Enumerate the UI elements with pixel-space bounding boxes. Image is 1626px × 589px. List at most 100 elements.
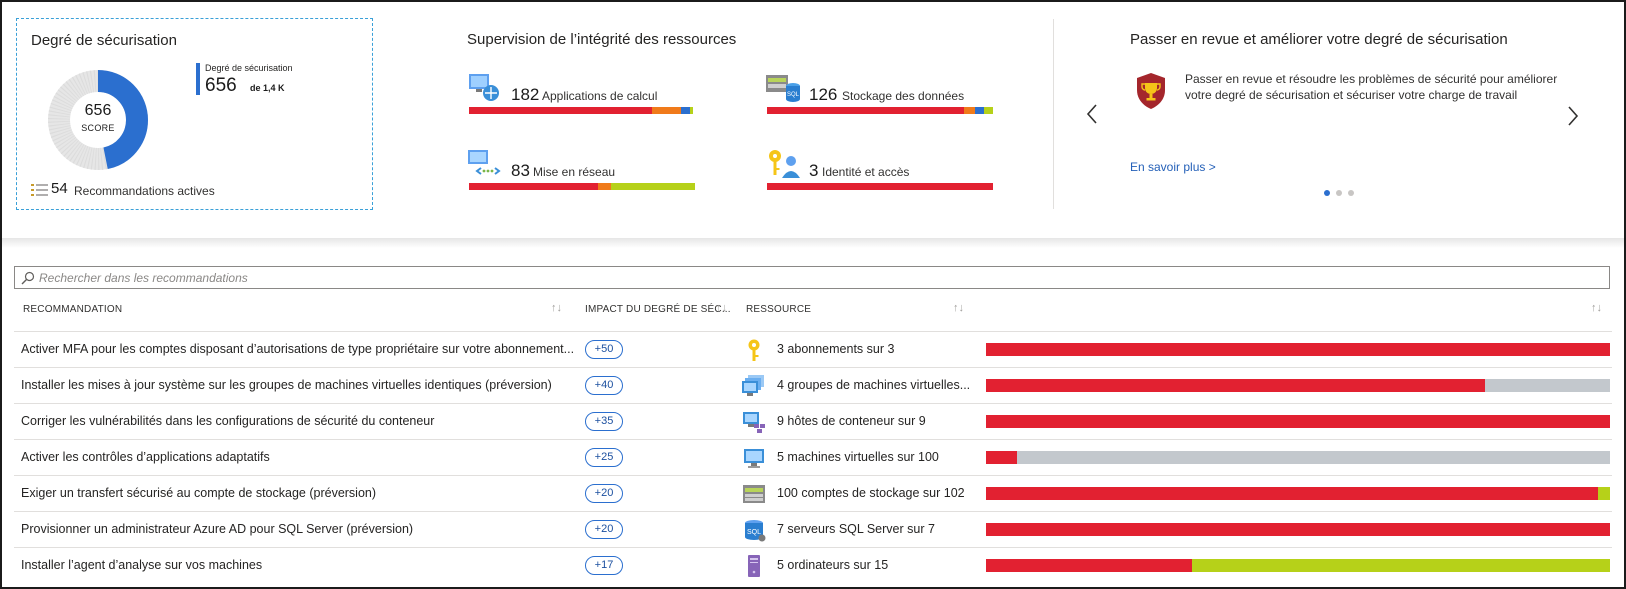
column-header-impact[interactable]: IMPACT DU DEGRÉ DE SÉC... [585, 304, 731, 315]
score-legend-value: 656 [205, 75, 237, 96]
impact-badge: +20 [585, 484, 623, 503]
table-row[interactable]: Activer MFA pour les comptes disposant d… [14, 331, 1612, 367]
active-recommendations-count: 54 [51, 180, 68, 197]
chevron-left-icon[interactable] [1084, 102, 1100, 126]
resource-summary: 5 ordinateurs sur 15 [777, 558, 889, 572]
bar-segment-orange [652, 107, 682, 114]
bar-segment-red [986, 415, 1610, 428]
impact-badge: +17 [585, 556, 623, 575]
impact-badge: +50 [585, 340, 623, 359]
table-row[interactable]: Exiger un transfert sécurisé au compte d… [14, 475, 1612, 511]
bar-segment-red [986, 343, 1610, 356]
resource-summary: 100 comptes de stockage sur 102 [777, 486, 965, 500]
bar-segment-green [611, 183, 695, 190]
table-row[interactable]: Provisionner un administrateur Azure AD … [14, 511, 1612, 547]
bar-segment-red [767, 183, 993, 190]
storage-account-icon [743, 485, 765, 503]
carousel-dot[interactable] [1348, 190, 1354, 196]
resource-health-bar [986, 523, 1610, 536]
carousel-title: Passer en revue et améliorer votre degré… [1130, 31, 1508, 48]
resource-count: 182 [511, 85, 540, 104]
recommendation-name: Installer l’agent d’analyse sur vos mach… [21, 558, 263, 572]
vm-icon [744, 449, 764, 468]
search-input[interactable] [39, 267, 1599, 288]
secure-score-title: Degré de sécurisation [31, 32, 177, 49]
carousel-dot[interactable] [1324, 190, 1330, 196]
bar-segment-blue [974, 107, 984, 114]
bar-segment-red [986, 451, 1018, 464]
sort-icon[interactable]: ↑↓ [551, 302, 562, 314]
computer-icon [748, 555, 760, 577]
bar-segment-orange [597, 183, 612, 190]
recommendation-name: Activer les contrôles d’applications ada… [21, 450, 270, 464]
carousel-dots[interactable] [1324, 190, 1354, 196]
identity-icon [769, 150, 800, 178]
score-legend-label: Degré de sécurisation [205, 63, 293, 73]
resource-summary: 9 hôtes de conteneur sur 9 [777, 414, 926, 428]
impact-badge: +20 [585, 520, 623, 539]
resource-health-bar [469, 183, 695, 190]
bar-segment-red [469, 183, 598, 190]
learn-more-link[interactable]: En savoir plus > [1130, 160, 1216, 174]
table-row[interactable]: Corriger les vulnérabilités dans les con… [14, 403, 1612, 439]
table-row[interactable]: Installer les mises à jour système sur l… [14, 367, 1612, 403]
sort-icon[interactable]: ↑↓ [953, 302, 964, 314]
chevron-right-icon[interactable] [1565, 104, 1581, 128]
vm-scale-set-icon [742, 375, 764, 396]
list-icon [31, 184, 48, 196]
storage-sql-icon: SQL [766, 75, 800, 102]
sort-icon[interactable]: ↑↓ [1591, 302, 1602, 314]
carousel-text: Passer en revue et résoudre les problème… [1185, 72, 1558, 102]
donut-score-label: SCORE [81, 123, 115, 133]
carousel-dot[interactable] [1336, 190, 1342, 196]
recommendation-name: Exiger un transfert sécurisé au compte d… [21, 486, 377, 500]
resource-health-bar [767, 183, 993, 190]
bar-segment-red [986, 559, 1192, 572]
bar-segment-green [690, 107, 693, 114]
container-host-icon [743, 412, 765, 433]
bar-segment-gray [1017, 451, 1610, 464]
recommendation-name: Provisionner un administrateur Azure AD … [21, 522, 414, 536]
resource-health-bar [986, 379, 1610, 392]
bar-segment-blue [681, 107, 691, 114]
resource-networking[interactable]: 83 Mise en réseau [467, 148, 697, 200]
table-row[interactable]: Activer les contrôles d’applications ada… [14, 439, 1612, 475]
column-header-resource[interactable]: RESSOURCE [746, 304, 811, 315]
panel-divider [1053, 19, 1054, 209]
score-legend-swatch [196, 63, 200, 95]
resource-health-bar [986, 487, 1610, 500]
svg-text:SQL: SQL [787, 92, 800, 98]
resource-summary: 4 groupes de machines virtuelles... [777, 378, 971, 392]
impact-badge: +40 [585, 376, 623, 395]
impact-badge: +35 [585, 412, 623, 431]
resource-compute[interactable]: 182 Applications de calcul [467, 72, 697, 124]
resource-health-bar [986, 343, 1610, 356]
resource-summary: 3 abonnements sur 3 [777, 342, 895, 356]
column-header-recommendation[interactable]: RECOMMANDATION [23, 304, 122, 315]
recommendation-name: Corriger les vulnérabilités dans les con… [21, 414, 435, 428]
bar-segment-green [983, 107, 993, 114]
resource-count: 3 [809, 161, 819, 180]
bar-segment-gray [1485, 379, 1610, 392]
resource-data-storage[interactable]: SQL 126 Stockage des données [765, 72, 995, 124]
resource-summary: 5 machines virtuelles sur 100 [777, 450, 939, 464]
resource-label: Mise en réseau [533, 165, 616, 179]
secure-score-card[interactable]: Degré de sécurisation 656 SCORE Degré de… [16, 18, 373, 210]
bar-segment-green [1191, 559, 1610, 572]
resource-label: Applications de calcul [542, 89, 658, 103]
resource-label: Identité et accès [822, 165, 910, 179]
sort-icon[interactable]: ↑↓ [716, 302, 727, 314]
bar-segment-red [986, 523, 1610, 536]
bar-segment-red [767, 107, 964, 114]
bar-segment-red [986, 379, 1486, 392]
search-icon [21, 271, 35, 285]
resource-health-bar [469, 107, 695, 114]
resource-health-bar [986, 451, 1610, 464]
active-recommendations-label[interactable]: Recommandations actives [74, 184, 215, 198]
panel-shadow [2, 238, 1624, 248]
compute-icon [469, 74, 499, 101]
resource-health-title: Supervision de l’intégrité des ressource… [467, 31, 737, 48]
search-box[interactable] [14, 266, 1610, 289]
resource-identity-access[interactable]: 3 Identité et accès [765, 148, 995, 200]
table-row[interactable]: Installer l’agent d’analyse sur vos mach… [14, 547, 1612, 583]
